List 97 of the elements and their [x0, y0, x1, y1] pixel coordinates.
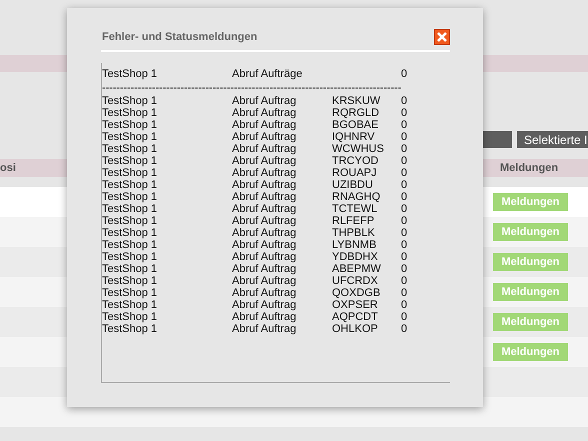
count-text: 0	[401, 251, 408, 263]
shop-name: TestShop 1	[102, 287, 158, 299]
action-text: Abruf Auftrag	[232, 287, 298, 299]
order-code: BGOBAE	[332, 119, 380, 131]
shop-name: TestShop 1	[102, 227, 158, 239]
order-code: ROUAPJ	[332, 167, 378, 179]
count-text: 0	[401, 107, 408, 119]
messages-button[interactable]: Meldungen	[493, 193, 568, 211]
messages-button[interactable]: Meldungen	[493, 253, 568, 271]
count-text: 0	[401, 191, 408, 203]
shop-name: TestShop 1	[102, 215, 158, 227]
order-code: OXPSER	[332, 299, 379, 311]
order-code: RNAGHQ	[332, 191, 382, 203]
shop-name: TestShop 1	[102, 155, 158, 167]
order-code: IQHNRV	[332, 131, 376, 143]
shop-name: TestShop 1	[102, 95, 158, 107]
action-text: Abruf Auftrag	[232, 191, 298, 203]
order-code: TCTEWL	[332, 203, 378, 215]
order-code: UZIBDU	[332, 179, 374, 191]
order-code: WCWHUS	[332, 143, 385, 155]
shop-name: TestShop 1	[102, 68, 158, 80]
action-text: Abruf Auftrag	[232, 95, 298, 107]
action-text: Abruf Auftrag	[232, 251, 298, 263]
action-text: Abruf Auftrag	[232, 299, 298, 311]
dialog-title: Fehler- und Statusmeldungen	[102, 30, 258, 42]
order-code: RQRGLD	[332, 107, 380, 119]
action-text: Abruf Aufträge	[232, 68, 304, 80]
shop-name: TestShop 1	[102, 179, 158, 191]
action-text: Abruf Auftrag	[232, 131, 298, 143]
column-header: Meldungen	[499, 162, 558, 174]
count-text: 0	[401, 311, 408, 323]
count-text: 0	[401, 131, 408, 143]
action-text: Abruf Auftrag	[232, 119, 298, 131]
action-text: Abruf Auftrag	[232, 215, 298, 227]
count-text: 0	[401, 227, 408, 239]
action-text: Abruf Auftrag	[232, 143, 298, 155]
action-text: Abruf Auftrag	[232, 323, 298, 335]
shop-name: TestShop 1	[102, 311, 158, 323]
action-text: Abruf Auftrag	[232, 203, 298, 215]
order-code: QOXDGB	[332, 287, 382, 299]
count-text: 0	[401, 323, 408, 335]
shop-name: TestShop 1	[102, 263, 158, 275]
shop-name: TestShop 1	[102, 239, 158, 251]
count-text: 0	[401, 119, 408, 131]
count-text: 0	[401, 179, 408, 191]
order-code: LYBNMB	[332, 239, 378, 251]
count-text: 0	[401, 143, 408, 155]
messages-button[interactable]: Meldungen	[493, 313, 568, 331]
messages-button[interactable]: Meldungen	[493, 343, 568, 361]
shop-name: TestShop 1	[102, 167, 158, 179]
action-text: Abruf Auftrag	[232, 179, 298, 191]
count-text: 0	[401, 95, 408, 107]
count-text: 0	[401, 299, 408, 311]
count-text: 0	[401, 239, 408, 251]
shop-name: TestShop 1	[102, 131, 158, 143]
messages-button[interactable]: Meldungen	[493, 283, 568, 301]
action-text: Abruf Auftrag	[232, 227, 298, 239]
shop-name: TestShop 1	[102, 119, 158, 131]
action-text: Abruf Auftrag	[232, 107, 298, 119]
count-text: 0	[401, 287, 408, 299]
count-text: 0	[401, 275, 408, 287]
messages-button[interactable]: Meldungen	[493, 223, 568, 241]
action-text: Abruf Auftrag	[232, 167, 298, 179]
shop-name: TestShop 1	[102, 299, 158, 311]
order-code: THPBLK	[332, 227, 376, 239]
order-code: KRSKUW	[332, 95, 382, 107]
count-text: 0	[401, 155, 408, 167]
column-header: osi	[0, 162, 16, 174]
count-text: 0	[401, 263, 408, 275]
toolbar-button[interactable]	[480, 131, 512, 148]
action-text: Abruf Auftrag	[232, 311, 298, 323]
order-code: ABEPMW	[332, 263, 382, 275]
shop-name: TestShop 1	[102, 191, 158, 203]
action-text: Abruf Auftrag	[232, 155, 298, 167]
close-icon	[434, 28, 450, 44]
order-code: RLFEFP	[332, 215, 376, 227]
shop-name: TestShop 1	[102, 275, 158, 287]
action-text: Abruf Auftrag	[232, 275, 298, 287]
close-button[interactable]	[434, 28, 450, 44]
shop-name: TestShop 1	[102, 323, 158, 335]
order-code: OHLKOP	[332, 323, 379, 335]
action-text: Abruf Auftrag	[232, 263, 298, 275]
shop-name: TestShop 1	[102, 251, 158, 263]
count-text: 0	[401, 215, 408, 227]
order-code: YDBDHX	[332, 251, 379, 263]
shop-name: TestShop 1	[102, 203, 158, 215]
count-text: 0	[401, 203, 408, 215]
order-code: UFCRDX	[332, 275, 379, 287]
toolbar-button[interactable]: Selektierte I	[517, 131, 588, 148]
shop-name: TestShop 1	[102, 107, 158, 119]
action-text: Abruf Auftrag	[232, 239, 298, 251]
order-code: TRCYOD	[332, 155, 380, 167]
count-text: 0	[401, 167, 408, 179]
separator-line: ------------------------------------------------------------------------------------	[102, 83, 402, 93]
count-text: 0	[401, 68, 408, 80]
shop-name: TestShop 1	[102, 143, 158, 155]
order-code: AQPCDT	[332, 311, 379, 323]
